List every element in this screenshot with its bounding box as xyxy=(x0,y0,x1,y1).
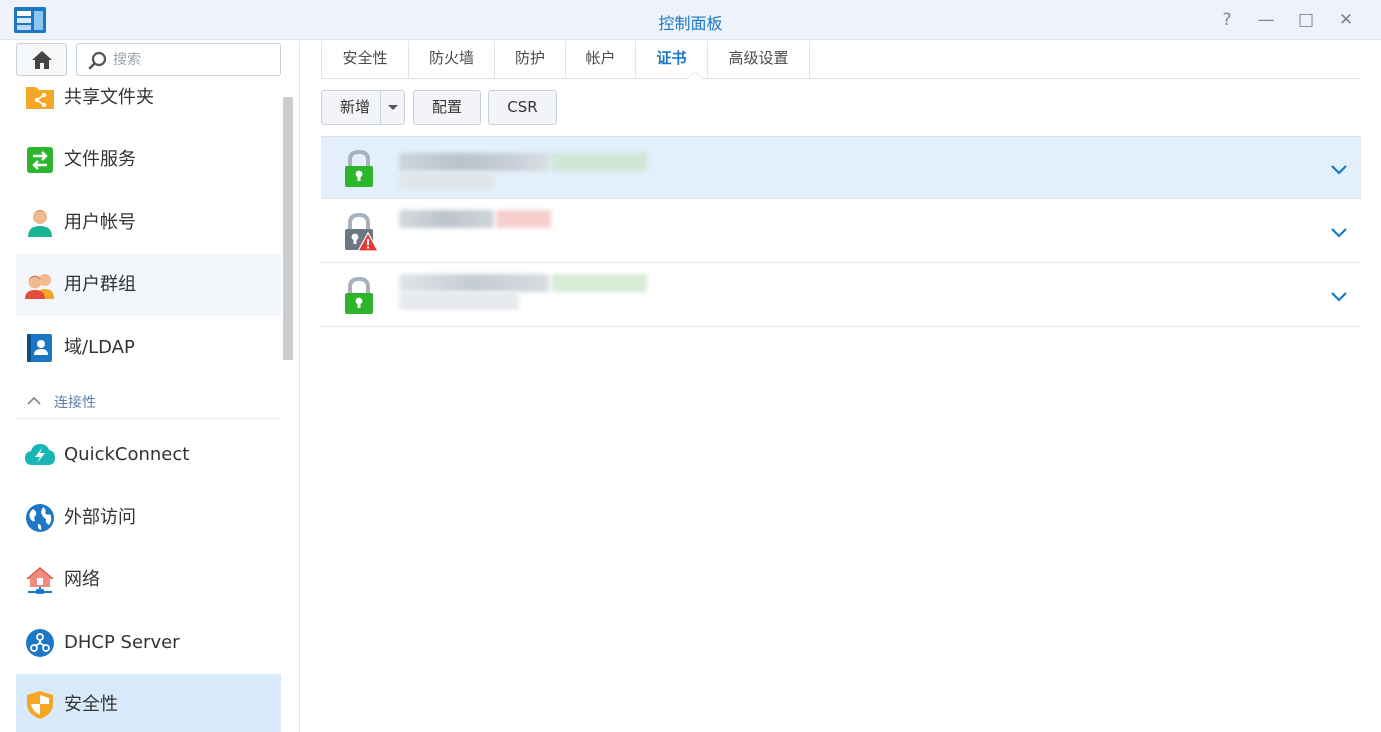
sidebar-item-quickconnect[interactable]: QuickConnect xyxy=(16,424,281,486)
tab-protection[interactable]: 防护 xyxy=(495,41,566,78)
sidebar-item-label: 域/LDAP xyxy=(64,337,135,358)
chevron-down-icon[interactable] xyxy=(1329,159,1349,179)
sidebar-item-label: 用户群组 xyxy=(64,274,136,295)
green-lock-icon xyxy=(345,276,373,314)
sidebar-item-file-services[interactable]: 文件服务 xyxy=(16,129,281,191)
tab-advanced[interactable]: 高级设置 xyxy=(708,41,810,78)
title-bar: 控制面板 ? — □ ✕ xyxy=(0,0,1381,40)
sidebar-item-shared-folder[interactable]: 共享文件夹 xyxy=(16,68,281,130)
section-label: 连接性 xyxy=(54,395,96,411)
configure-button[interactable]: 配置 xyxy=(413,90,481,125)
certificate-detail-redacted xyxy=(399,292,519,310)
network-icon xyxy=(26,567,54,594)
sidebar-item-ldap[interactable]: 域/LDAP xyxy=(16,317,281,379)
group-icon xyxy=(25,274,54,299)
help-icon[interactable]: ? xyxy=(1215,8,1239,32)
chevron-up-icon xyxy=(27,396,41,405)
sidebar-item-label: 外部访问 xyxy=(64,507,136,528)
globe-icon xyxy=(26,504,54,532)
certificate-status-redacted xyxy=(496,210,551,228)
active-tab-indicator xyxy=(687,71,703,79)
tab-security[interactable]: 安全性 xyxy=(321,41,409,78)
green-lock-icon xyxy=(345,149,373,187)
certificate-detail-redacted xyxy=(399,172,494,190)
close-icon[interactable]: ✕ xyxy=(1334,8,1358,32)
certificate-name-redacted xyxy=(399,210,494,228)
certificate-row[interactable] xyxy=(321,136,1361,199)
file-services-icon xyxy=(27,147,53,173)
sidebar-item-user-group[interactable]: 用户群组 xyxy=(16,254,281,316)
shared-folder-icon xyxy=(26,87,54,109)
add-button-label: 新增 xyxy=(340,98,371,116)
chevron-down-icon[interactable] xyxy=(1329,286,1349,306)
certificate-status-redacted xyxy=(551,153,647,171)
user-icon xyxy=(28,210,52,237)
home-icon xyxy=(32,51,52,69)
chevron-down-icon[interactable] xyxy=(1329,222,1349,242)
sidebar-item-network[interactable]: 网络 xyxy=(16,549,281,611)
sidebar-item-label: 文件服务 xyxy=(64,149,136,170)
sidebar-item-label: QuickConnect xyxy=(64,444,190,465)
sidebar-item-label: 安全性 xyxy=(64,694,118,715)
sidebar-item-user-account[interactable]: 用户帐号 xyxy=(16,192,281,254)
sidebar-item-dhcp-server[interactable]: DHCP Server xyxy=(16,612,281,674)
sidebar-item-external-access[interactable]: 外部访问 xyxy=(16,487,281,549)
tab-firewall[interactable]: 防火墙 xyxy=(409,41,495,78)
add-dropdown-icon[interactable] xyxy=(380,91,404,124)
certificate-name-redacted xyxy=(399,274,549,292)
certificate-row[interactable] xyxy=(321,264,1361,327)
certificate-row[interactable] xyxy=(321,200,1361,263)
sidebar-scrollbar[interactable] xyxy=(283,97,293,360)
sidebar-item-label: 用户帐号 xyxy=(64,212,136,233)
tab-account[interactable]: 帐户 xyxy=(566,41,636,78)
window-title: 控制面板 xyxy=(658,14,723,33)
main-panel: 安全性 防火墙 防护 帐户 证书 高级设置 新增 配置 CSR xyxy=(301,41,1381,732)
quickconnect-icon xyxy=(25,444,55,465)
sidebar-item-label: 网络 xyxy=(64,569,100,590)
dhcp-icon xyxy=(26,629,54,657)
certificate-name-redacted xyxy=(399,153,549,171)
shield-icon xyxy=(27,691,53,719)
section-connectivity[interactable]: 连接性 xyxy=(16,384,281,419)
tab-bar: 安全性 防火墙 防护 帐户 证书 高级设置 xyxy=(321,41,1361,79)
sidebar: 共享文件夹 文件服务 用户帐号 用户群组 xyxy=(0,41,300,732)
add-button[interactable]: 新增 xyxy=(321,90,405,125)
sidebar-item-label: DHCP Server xyxy=(64,632,180,653)
ldap-icon xyxy=(27,334,52,362)
minimize-icon[interactable]: — xyxy=(1254,8,1278,32)
sidebar-item-security[interactable]: 安全性 xyxy=(16,674,281,732)
maximize-icon[interactable]: □ xyxy=(1294,8,1318,32)
csr-button[interactable]: CSR xyxy=(488,90,557,125)
lock-warning-icon xyxy=(345,212,377,252)
certificate-status-redacted xyxy=(551,274,647,292)
sidebar-item-label: 共享文件夹 xyxy=(64,87,154,108)
